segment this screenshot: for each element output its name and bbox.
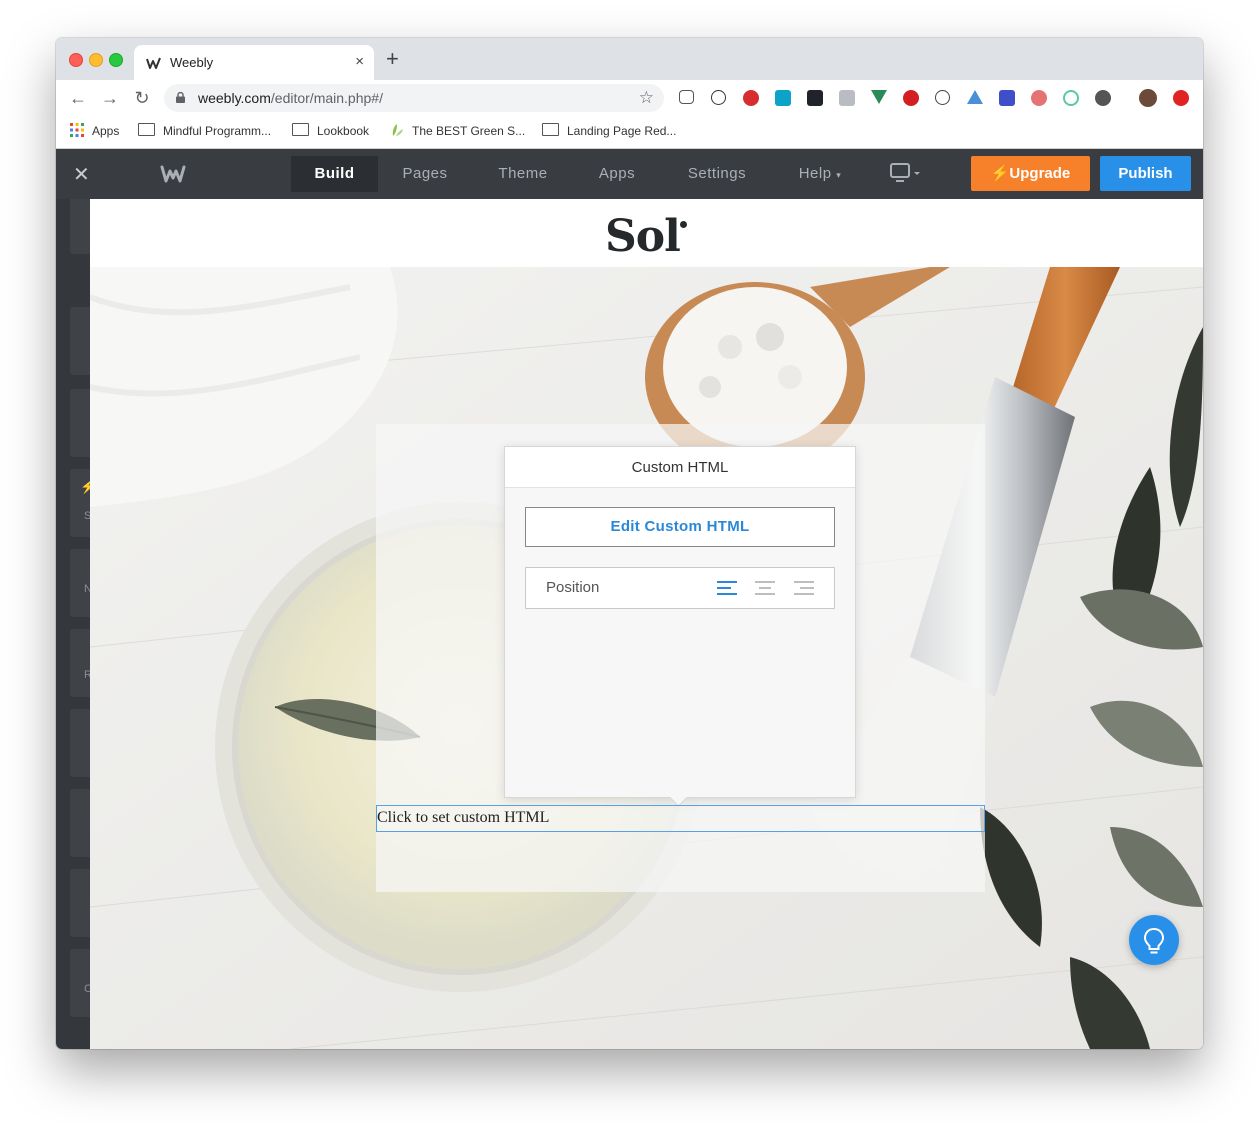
extension-dark-circle-icon[interactable] — [1095, 90, 1111, 106]
lightning-icon: ⚡ — [990, 165, 1010, 182]
site-logo-dot — [680, 221, 687, 228]
monitor-icon — [890, 163, 920, 182]
new-tab-button[interactable]: + — [386, 48, 399, 70]
url-path: /editor/main.php#/ — [270, 90, 383, 106]
extension-gray-icon[interactable] — [839, 90, 855, 106]
url-domain: weebly.com — [198, 90, 271, 106]
upgrade-label: Upgrade — [1009, 165, 1071, 182]
folder-icon — [138, 123, 155, 136]
nav-pages[interactable]: Pages — [386, 156, 464, 192]
tab-strip: Weebly × + — [56, 38, 1203, 80]
lightning-icon: ⚡ — [80, 479, 90, 494]
forward-icon[interactable]: → — [100, 88, 120, 108]
nav-help[interactable]: Help ▾ — [790, 156, 850, 192]
browser-toolbar: ← → ↻ weebly.com/editor/main.php#/ ☆ — [56, 80, 1203, 116]
align-left-icon[interactable] — [716, 579, 738, 597]
editor-top-bar: ✕ Build Pages Theme Apps Settings Help ▾… — [56, 149, 1203, 199]
lightbulb-icon — [1143, 927, 1165, 954]
onepassword-extension-icon[interactable] — [711, 90, 726, 105]
device-preview-toggle[interactable] — [890, 163, 922, 188]
extension-red-badge-icon[interactable] — [903, 90, 919, 106]
update-icon[interactable] — [1173, 90, 1189, 106]
minimize-window-button[interactable] — [89, 53, 103, 67]
back-icon[interactable]: ← — [68, 88, 88, 108]
leaf-icon — [392, 124, 403, 136]
nav-apps[interactable]: Apps — [581, 156, 653, 192]
bookmark-best-green[interactable]: The BEST Green S... — [390, 123, 525, 138]
extension-teal-icon[interactable] — [775, 90, 791, 106]
profile-avatar[interactable] — [1139, 89, 1157, 107]
align-right-icon[interactable] — [793, 579, 815, 597]
nav-theme[interactable]: Theme — [484, 156, 562, 192]
custom-html-element[interactable]: Click to set custom HTML — [376, 805, 985, 832]
sidebar-tile[interactable] — [70, 199, 90, 254]
bookmark-lookbook[interactable]: Lookbook — [292, 123, 369, 138]
edit-custom-html-button[interactable]: Edit Custom HTML — [525, 507, 835, 547]
close-editor-icon[interactable]: ✕ — [73, 162, 90, 187]
bookmark-label: Apps — [92, 124, 120, 138]
maximize-window-button[interactable] — [109, 53, 123, 67]
extension-triangle-icon[interactable] — [967, 90, 983, 104]
extension-pink-icon[interactable] — [1031, 90, 1047, 106]
sidebar-tile[interactable] — [70, 307, 90, 375]
tab-weebly[interactable]: Weebly × — [134, 45, 374, 80]
reload-icon[interactable]: ↻ — [132, 88, 152, 108]
browser-window: Weebly × + ← → ↻ weebly.com/editor/main.… — [56, 38, 1203, 1049]
custom-html-popover: Custom HTML Edit Custom HTML Position — [504, 446, 856, 807]
weebly-favicon-icon — [146, 57, 161, 69]
url-text: weebly.com/editor/main.php#/ — [198, 90, 383, 106]
pocket-extension-icon[interactable] — [679, 90, 694, 104]
adblock-extension-icon[interactable] — [743, 90, 759, 106]
bookmark-label: Landing Page Red... — [567, 124, 677, 138]
bookmark-landing-page[interactable]: Landing Page Red... — [542, 123, 676, 138]
extension-green-ring-icon[interactable] — [1063, 90, 1079, 106]
extension-blue-icon[interactable] — [999, 90, 1015, 106]
address-bar[interactable]: weebly.com/editor/main.php#/ ☆ — [164, 84, 664, 112]
popover-title: Custom HTML — [505, 447, 855, 488]
sidebar-tile[interactable] — [70, 629, 90, 697]
sidebar-tile[interactable] — [70, 389, 90, 457]
position-label: Position — [546, 579, 600, 596]
bookmark-star-icon[interactable]: ☆ — [639, 88, 654, 108]
folder-icon — [292, 123, 309, 136]
chevron-down-icon: ▾ — [836, 170, 842, 180]
close-window-button[interactable] — [69, 53, 83, 67]
tab-title: Weebly — [170, 55, 214, 70]
weebly-logo-icon — [160, 165, 186, 183]
apps-grid-icon — [70, 123, 84, 137]
bookmark-apps[interactable]: Apps — [70, 123, 119, 138]
extension-braces-icon[interactable] — [935, 90, 950, 105]
site-logo[interactable]: Sol — [605, 211, 681, 262]
elements-sidebar: ⚡ S N R C — [56, 199, 90, 1049]
tab-close-icon[interactable]: × — [355, 53, 364, 70]
react-devtools-extension-icon[interactable] — [807, 90, 823, 106]
upgrade-button[interactable]: ⚡Upgrade — [971, 156, 1090, 191]
bookmarks-bar: Apps Mindful Programm... Lookbook The BE… — [56, 116, 1203, 149]
site-canvas: Sol Custom HTML Edit Custom HTML Positio… — [90, 199, 1203, 1049]
vue-devtools-extension-icon[interactable] — [871, 90, 887, 104]
sidebar-tile[interactable] — [70, 869, 90, 937]
help-tips-button[interactable] — [1129, 915, 1179, 965]
publish-button[interactable]: Publish — [1100, 156, 1191, 191]
bookmark-label: Lookbook — [317, 124, 370, 138]
nav-help-label: Help — [798, 165, 832, 182]
sidebar-tile[interactable] — [70, 709, 90, 777]
lock-icon — [176, 92, 185, 103]
folder-icon — [542, 123, 559, 136]
align-center-icon[interactable] — [754, 579, 776, 597]
bookmark-mindful-programming[interactable]: Mindful Programm... — [138, 123, 271, 138]
bookmark-label: The BEST Green S... — [412, 124, 526, 138]
site-header: Sol — [90, 199, 1203, 267]
position-control: Position — [525, 567, 835, 609]
bookmark-label: Mindful Programm... — [163, 124, 272, 138]
nav-build[interactable]: Build — [291, 156, 378, 192]
sidebar-tile[interactable] — [70, 789, 90, 857]
nav-settings[interactable]: Settings — [676, 156, 758, 192]
